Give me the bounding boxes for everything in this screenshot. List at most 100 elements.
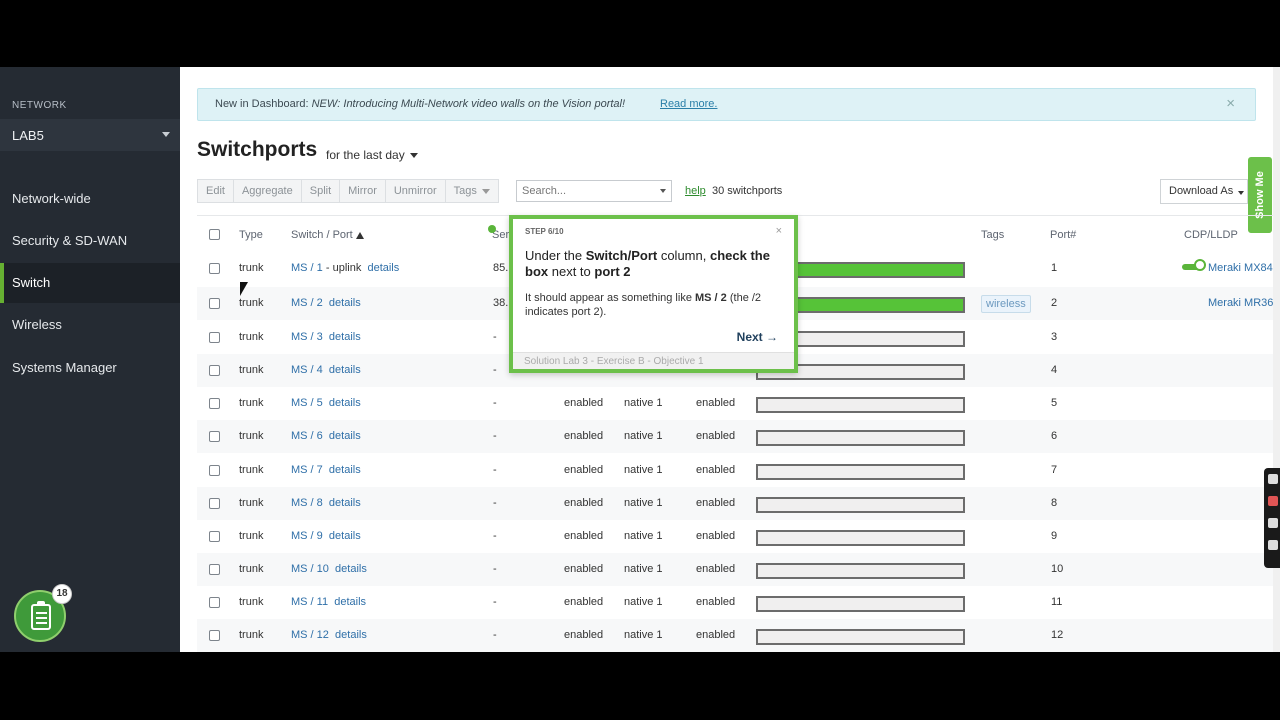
- port-link[interactable]: MS / 1: [291, 262, 323, 274]
- usage-bar: [756, 497, 965, 513]
- sidebar-item-network-wide[interactable]: Network-wide: [0, 179, 180, 219]
- aggregate-button[interactable]: Aggregate: [232, 179, 302, 203]
- help-count-badge: 18: [52, 584, 72, 604]
- port-link[interactable]: MS / 11: [291, 596, 328, 608]
- cell-ser: -: [493, 629, 497, 641]
- row-checkbox[interactable]: [209, 564, 220, 575]
- row-checkbox[interactable]: [209, 431, 220, 442]
- details-link[interactable]: details: [329, 297, 361, 309]
- cell-type: trunk: [239, 262, 264, 274]
- tag-badge[interactable]: wireless: [981, 295, 1031, 313]
- select-all-checkbox[interactable]: [209, 229, 220, 240]
- header-tags[interactable]: Tags: [981, 229, 1004, 241]
- sidebar-item-wireless[interactable]: Wireless: [0, 305, 180, 345]
- row-checkbox[interactable]: [209, 630, 220, 641]
- row-checkbox[interactable]: [209, 398, 220, 409]
- port-link[interactable]: MS / 4: [291, 364, 323, 376]
- cell-switch-port: MS / 1 - uplink details: [291, 262, 399, 274]
- gallery-icon[interactable]: [1268, 518, 1278, 528]
- cell-vlan: native 1: [624, 464, 663, 476]
- details-link[interactable]: details: [335, 629, 367, 641]
- help-link[interactable]: help: [685, 185, 706, 197]
- port-link[interactable]: MS / 3: [291, 331, 323, 343]
- cell-type: trunk: [239, 530, 264, 542]
- cdp-link[interactable]: Meraki MX84: [1208, 262, 1273, 274]
- header-type[interactable]: Type: [239, 229, 263, 241]
- search-input[interactable]: Search...: [516, 180, 672, 202]
- cell-port-number: 10: [1051, 563, 1064, 575]
- table-row[interactable]: trunk MS / 8 details - enabled native 1 enabl…: [197, 487, 1280, 520]
- cell-ser: 38.: [493, 297, 509, 309]
- row-checkbox[interactable]: [209, 365, 220, 376]
- sidebar-item-security-sd-wan[interactable]: Security & SD-WAN: [0, 221, 180, 261]
- cell-enabled: enabled: [564, 430, 604, 442]
- banner-read-more-link[interactable]: Read more.: [660, 98, 717, 110]
- port-link[interactable]: MS / 8: [291, 497, 323, 509]
- sidebar-item-systems-manager[interactable]: Systems Manager: [0, 348, 180, 388]
- details-link[interactable]: details: [329, 364, 361, 376]
- header-switch-port[interactable]: Switch / Port: [291, 229, 364, 241]
- camera-icon[interactable]: [1268, 474, 1278, 484]
- download-as-button[interactable]: Download As: [1160, 179, 1248, 204]
- table-row[interactable]: trunk MS / 12 details - enabled native 1 enab…: [197, 619, 1280, 652]
- mirror-button[interactable]: Mirror: [339, 179, 386, 203]
- port-link[interactable]: MS / 9: [291, 530, 323, 542]
- cell-type: trunk: [239, 464, 264, 476]
- header-port-number[interactable]: Port#: [1050, 229, 1076, 241]
- usage-bar: [756, 596, 965, 612]
- close-icon[interactable]: ×: [1226, 95, 1235, 112]
- table-row[interactable]: trunk MS / 6 details - enabled native 1 enabl…: [197, 420, 1280, 453]
- unmirror-button[interactable]: Unmirror: [384, 179, 446, 203]
- edit-button[interactable]: Edit: [197, 179, 234, 203]
- record-icon[interactable]: [1268, 496, 1278, 506]
- details-link[interactable]: details: [329, 497, 361, 509]
- details-link[interactable]: details: [329, 430, 361, 442]
- table-row[interactable]: trunk MS / 11 details - enabled native 1 enab…: [197, 586, 1280, 619]
- table-row[interactable]: trunk MS / 9 details - enabled native 1 enabl…: [197, 520, 1280, 553]
- split-button[interactable]: Split: [300, 179, 341, 203]
- gear-icon[interactable]: [1268, 540, 1278, 550]
- table-row[interactable]: trunk MS / 5 details - enabled native 1 enabl…: [197, 387, 1280, 420]
- details-link[interactable]: details: [329, 530, 361, 542]
- cell-ser: -: [493, 596, 497, 608]
- header-cdp-lldp[interactable]: CDP/LLDP: [1184, 229, 1238, 241]
- close-icon[interactable]: ×: [776, 225, 782, 237]
- search-placeholder: Search...: [522, 185, 567, 197]
- cell-enabled: enabled: [564, 530, 604, 542]
- details-link[interactable]: details: [334, 596, 366, 608]
- port-link[interactable]: MS / 10: [291, 563, 329, 575]
- details-link[interactable]: details: [367, 262, 399, 274]
- row-checkbox[interactable]: [209, 531, 220, 542]
- tour-next-button[interactable]: Next →: [737, 330, 778, 344]
- cell-switch-port: MS / 9 details: [291, 530, 361, 542]
- port-link[interactable]: MS / 2: [291, 297, 323, 309]
- details-link[interactable]: details: [335, 563, 367, 575]
- port-link[interactable]: MS / 12: [291, 629, 329, 641]
- port-link[interactable]: MS / 5: [291, 397, 323, 409]
- row-checkbox[interactable]: [209, 263, 220, 274]
- row-checkbox[interactable]: [209, 298, 220, 309]
- port-link[interactable]: MS / 7: [291, 464, 323, 476]
- time-period-dropdown[interactable]: for the last day: [326, 148, 418, 162]
- row-checkbox[interactable]: [209, 498, 220, 509]
- cell-vlan: native 1: [624, 563, 663, 575]
- details-link[interactable]: details: [329, 331, 361, 343]
- tags-dropdown[interactable]: Tags: [444, 179, 499, 203]
- tour-step-label: STEP 6/10: [525, 227, 564, 236]
- port-link[interactable]: MS / 6: [291, 430, 323, 442]
- details-link[interactable]: details: [329, 464, 361, 476]
- table-row[interactable]: trunk MS / 10 details - enabled native 1 enab…: [197, 553, 1280, 586]
- network-selector[interactable]: LAB5: [0, 119, 180, 151]
- tour-body-bold: MS / 2: [695, 292, 727, 304]
- tour-heading: Under the Switch/Port column, check the …: [525, 248, 787, 280]
- row-checkbox[interactable]: [209, 597, 220, 608]
- chevron-down-icon: [409, 153, 418, 159]
- cdp-link[interactable]: Meraki MR36: [1208, 297, 1273, 309]
- details-link[interactable]: details: [329, 397, 361, 409]
- sidebar-item-switch[interactable]: Switch: [0, 263, 180, 303]
- cell-switch-port: MS / 7 details: [291, 464, 361, 476]
- cell-enabled: enabled: [564, 397, 604, 409]
- row-checkbox[interactable]: [209, 332, 220, 343]
- table-row[interactable]: trunk MS / 7 details - enabled native 1 enabl…: [197, 454, 1280, 487]
- row-checkbox[interactable]: [209, 465, 220, 476]
